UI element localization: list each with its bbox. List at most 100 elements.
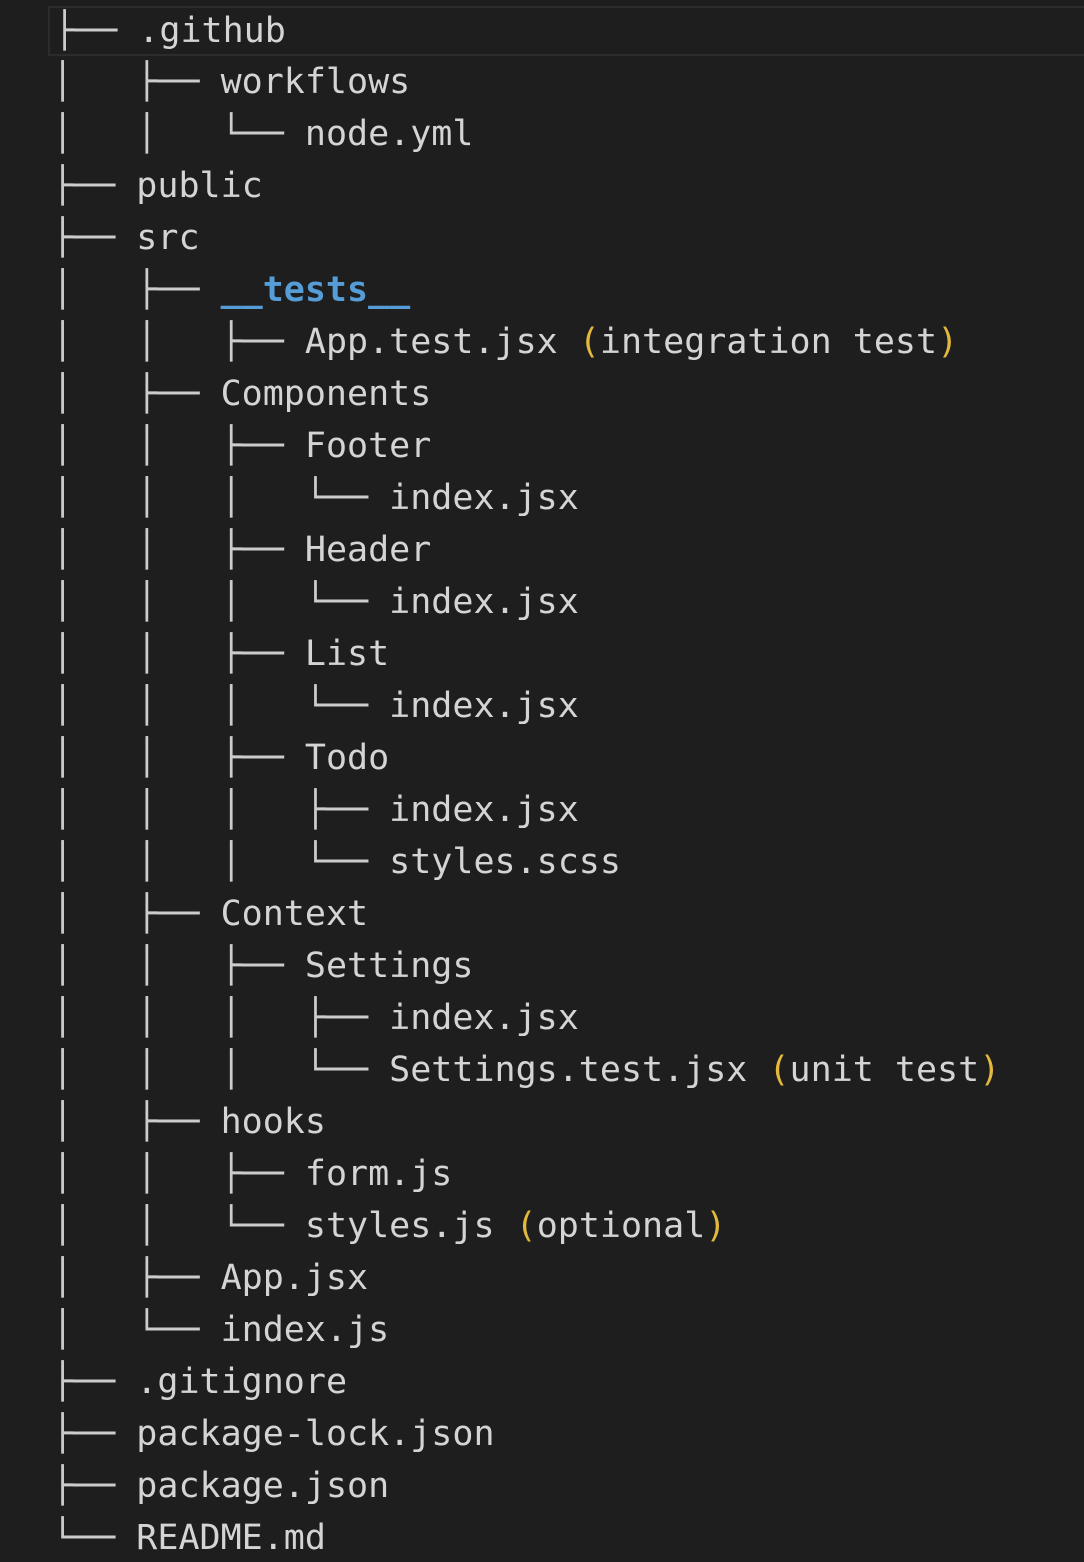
- tree-line[interactable]: │ │ ├── Footer: [48, 420, 1084, 472]
- tree-line[interactable]: ├── package.json: [48, 1460, 1084, 1512]
- tree-line[interactable]: │ │ │ ├── index.jsx: [48, 992, 1084, 1044]
- tree-entry-name: Header: [304, 530, 432, 570]
- tree-branch: ├──: [52, 166, 137, 206]
- tree-branch: ├──: [52, 1362, 137, 1402]
- open-paren: (: [768, 1050, 790, 1090]
- tree-branch: │ │ │ ├──: [52, 790, 390, 830]
- tree-entry-name: App.jsx: [220, 1258, 369, 1298]
- tree-entry-name: Components: [220, 374, 432, 414]
- tree-entry-name: form.js: [304, 1154, 453, 1194]
- close-paren: ): [705, 1206, 727, 1246]
- tree-entry-name: public: [136, 166, 263, 206]
- tree-line[interactable]: ├── public: [48, 160, 1084, 212]
- tree-entry-name: Todo: [304, 738, 390, 778]
- tree-branch: │ │ └──: [52, 114, 305, 154]
- tree-entry-note: optional: [536, 1206, 706, 1246]
- tree-branch: │ │ │ └──: [52, 582, 390, 622]
- tree-line[interactable]: │ │ ├── form.js: [48, 1148, 1084, 1200]
- tree-line[interactable]: │ │ ├── App.test.jsx (integration test): [48, 316, 1084, 368]
- tree-entry-name: index.jsx: [389, 478, 579, 518]
- close-paren: ): [979, 1050, 1001, 1090]
- tree-entry-name: .gitignore: [136, 1362, 348, 1402]
- tree-line[interactable]: │ │ │ └── index.jsx: [48, 472, 1084, 524]
- tree-entry-name: Settings.test.jsx: [389, 1050, 748, 1090]
- tree-line[interactable]: │ └── index.js: [48, 1304, 1084, 1356]
- tree-entry-name: package-lock.json: [136, 1414, 495, 1454]
- tree-line[interactable]: │ ├── workflows: [48, 56, 1084, 108]
- tree-branch: │ │ │ └──: [52, 842, 390, 882]
- tree-line[interactable]: │ │ │ └── index.jsx: [48, 680, 1084, 732]
- tree-line[interactable]: ├── package-lock.json: [48, 1408, 1084, 1460]
- tree-line[interactable]: │ │ └── node.yml: [48, 108, 1084, 160]
- tree-branch: │ │ ├──: [52, 322, 305, 362]
- tree-branch: │ │ ├──: [52, 426, 305, 466]
- close-paren: ): [937, 322, 959, 362]
- tree-line[interactable]: │ ├── Context: [48, 888, 1084, 940]
- tree-entry-name: App.test.jsx: [304, 322, 558, 362]
- tree-entry-name: .github: [138, 11, 286, 51]
- tree-line[interactable]: │ │ ├── Header: [48, 524, 1084, 576]
- tree-entry-name: index.jsx: [389, 686, 579, 726]
- tree-line[interactable]: └── README.md: [48, 1512, 1084, 1562]
- tree-entry-note: integration test: [599, 322, 938, 362]
- tree-branch: │ ├──: [52, 894, 221, 934]
- tree-branch: │ └──: [52, 1310, 221, 1350]
- tree-branch: │ │ │ ├──: [52, 998, 390, 1038]
- open-paren: (: [578, 322, 600, 362]
- code-editor[interactable]: ├── .github │ ├── workflows │ │ └── node.y…: [0, 0, 1084, 1562]
- tree-branch: │ │ ├──: [52, 1154, 305, 1194]
- tree-entry-name: styles.js: [304, 1206, 495, 1246]
- tree-entry-note: unit test: [789, 1050, 980, 1090]
- tree-entry-name: __tests__: [220, 270, 411, 310]
- tree-entry-name: Footer: [304, 426, 432, 466]
- tree-branch: │ │ │ └──: [52, 1050, 390, 1090]
- tree-branch: │ │ │ └──: [52, 686, 390, 726]
- tree-branch: ├──: [52, 1466, 137, 1506]
- tree-branch: │ ├──: [52, 1102, 221, 1142]
- tree-branch: │ ├──: [52, 270, 221, 310]
- tree-line[interactable]: │ ├── __tests__: [48, 264, 1084, 316]
- tree-entry-name: Context: [220, 894, 369, 934]
- tree-branch: │ ├──: [52, 1258, 221, 1298]
- tree-entry-name: styles.scss: [389, 842, 621, 882]
- tree-line[interactable]: ├── src: [48, 212, 1084, 264]
- tree-entry-name: src: [136, 218, 200, 258]
- directory-tree: ├── .github │ ├── workflows │ │ └── node.y…: [48, 6, 1084, 1562]
- tree-entry-name: hooks: [220, 1102, 326, 1142]
- tree-branch: │ ├──: [52, 374, 221, 414]
- tree-branch: └──: [52, 1518, 137, 1558]
- tree-line[interactable]: │ │ │ └── styles.scss: [48, 836, 1084, 888]
- tree-entry-name: index.jsx: [389, 790, 579, 830]
- tree-entry-name: index.jsx: [389, 998, 579, 1038]
- tree-line[interactable]: │ │ ├── List: [48, 628, 1084, 680]
- tree-line[interactable]: │ │ │ ├── index.jsx: [48, 784, 1084, 836]
- tree-line[interactable]: ├── .gitignore: [48, 1356, 1084, 1408]
- tree-entry-name: node.yml: [304, 114, 474, 154]
- tree-entry-name: List: [304, 634, 390, 674]
- tree-branch: │ │ ├──: [52, 634, 305, 674]
- tree-branch: │ │ │ └──: [52, 478, 390, 518]
- tree-branch: │ │ ├──: [52, 946, 305, 986]
- tree-branch: │ │ ├──: [52, 738, 305, 778]
- tree-entry-name: index.jsx: [389, 582, 579, 622]
- tree-line[interactable]: │ ├── Components: [48, 368, 1084, 420]
- tree-branch: │ ├──: [52, 62, 221, 102]
- tree-entry-name: workflows: [220, 62, 411, 102]
- tree-line[interactable]: │ ├── hooks: [48, 1096, 1084, 1148]
- tree-line[interactable]: │ │ ├── Todo: [48, 732, 1084, 784]
- tree-branch: ├──: [52, 218, 137, 258]
- tree-line[interactable]: │ ├── App.jsx: [48, 1252, 1084, 1304]
- tree-line[interactable]: │ │ │ └── index.jsx: [48, 576, 1084, 628]
- tree-branch: │ │ └──: [52, 1206, 305, 1246]
- tree-entry-name: Settings: [304, 946, 474, 986]
- tree-branch: │ │ ├──: [52, 530, 305, 570]
- tree-line[interactable]: ├── .github: [48, 6, 1084, 56]
- tree-entry-name: README.md: [136, 1518, 326, 1558]
- tree-line[interactable]: │ │ └── styles.js (optional): [48, 1200, 1084, 1252]
- tree-entry-name: package.json: [136, 1466, 390, 1506]
- tree-branch: ├──: [52, 1414, 137, 1454]
- tree-branch: ├──: [54, 11, 139, 51]
- tree-line[interactable]: │ │ │ └── Settings.test.jsx (unit test): [48, 1044, 1084, 1096]
- tree-line[interactable]: │ │ ├── Settings: [48, 940, 1084, 992]
- open-paren: (: [515, 1206, 537, 1246]
